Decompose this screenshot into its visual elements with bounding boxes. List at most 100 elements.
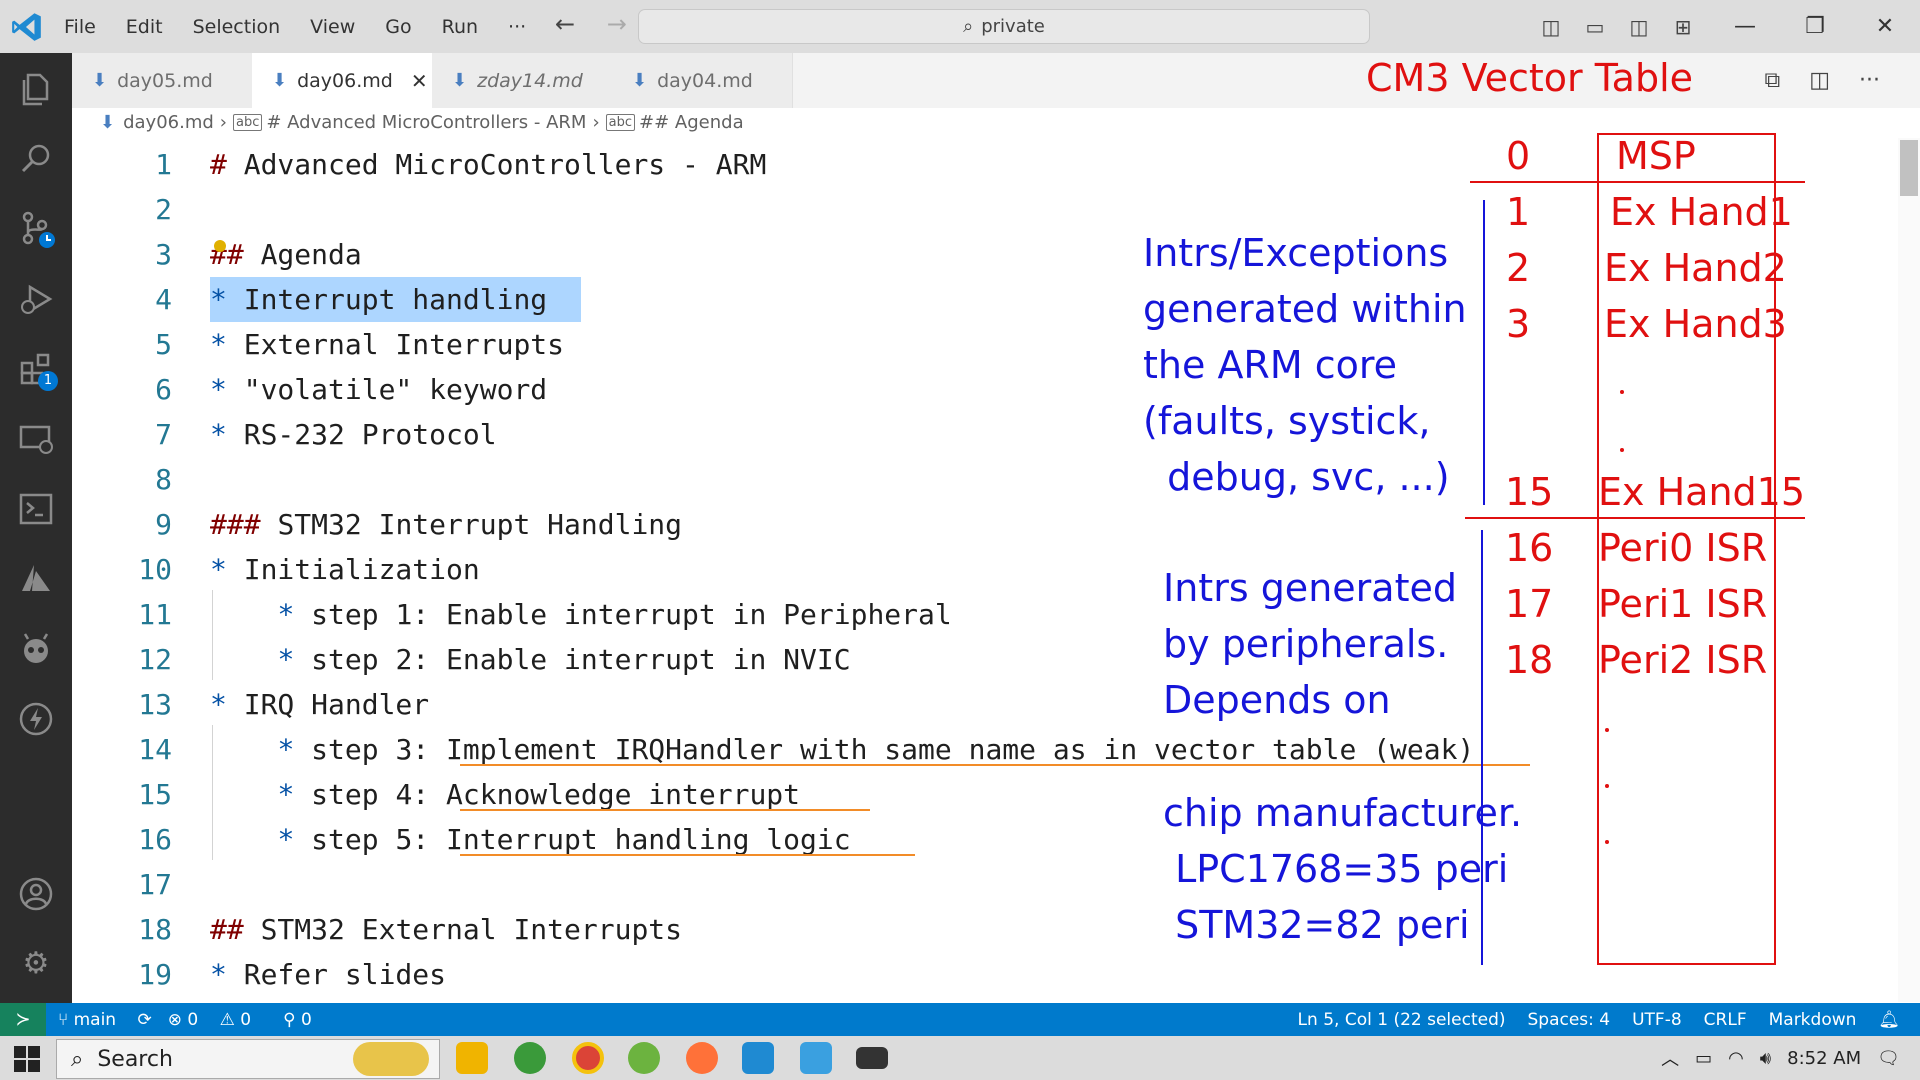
menu-run[interactable]: Run <box>442 16 478 38</box>
menu-more[interactable]: ··· <box>508 16 526 38</box>
source-control-icon[interactable] <box>16 209 56 249</box>
menu-view[interactable]: View <box>310 16 355 38</box>
taskbar-search[interactable]: ⌕ Search <box>56 1039 440 1079</box>
extensions-icon[interactable]: 1 <box>16 349 58 391</box>
clock[interactable]: 8:52 AM <box>1787 1048 1861 1069</box>
toggle-primary-sidebar-icon[interactable]: ◫ <box>1534 15 1568 39</box>
chevron-right-icon: › <box>219 111 227 133</box>
lightning-icon[interactable] <box>16 699 56 739</box>
open-preview-icon[interactable]: ⧉ <box>1765 68 1781 93</box>
ports-indicator[interactable]: ⚲ 0 <box>283 1010 328 1030</box>
spring-tool-app-icon[interactable] <box>514 1042 546 1074</box>
markdown-file-icon: ⬇ <box>632 70 648 91</box>
indentation[interactable]: Spaces: 4 <box>1528 1010 1611 1030</box>
menu-edit[interactable]: Edit <box>126 16 163 38</box>
azure-icon[interactable] <box>16 559 56 599</box>
search-sidebar-icon[interactable] <box>16 139 56 179</box>
editor-scrollbar[interactable] <box>1898 138 1920 1002</box>
editor-actions: ⧉ ◫ ··· <box>1743 68 1881 93</box>
remote-explorer-icon[interactable] <box>16 419 56 459</box>
vector-entry: Peri0 ISR <box>1598 526 1768 570</box>
symbol-string-icon: abc <box>233 113 263 131</box>
vector-index: 16 <box>1505 526 1554 570</box>
tab-label: zday14.md <box>477 69 583 92</box>
spring-app-icon[interactable] <box>628 1042 660 1074</box>
notification-center-icon[interactable]: 🗨︎ <box>1877 1048 1900 1069</box>
language-mode[interactable]: Markdown <box>1769 1010 1857 1030</box>
close-window-icon[interactable]: ✕ <box>1850 14 1920 39</box>
peripheral-interrupts-note: Intrs generated by peripherals. Depends … <box>1163 566 1457 722</box>
toggle-panel-icon[interactable]: ▭ <box>1578 15 1612 39</box>
minimize-icon[interactable]: — <box>1710 14 1780 39</box>
vscode-app-icon[interactable] <box>742 1042 774 1074</box>
encoding[interactable]: UTF-8 <box>1632 1010 1682 1030</box>
close-tab-icon[interactable]: ✕ <box>411 69 428 93</box>
tab-day06[interactable]: ⬇ day06.md ✕ <box>252 53 433 108</box>
search-icon: ⌕ <box>71 1046 84 1072</box>
markdown-file-icon: ⬇ <box>92 70 108 91</box>
underline-annotation <box>460 854 915 856</box>
vector-entry: Ex Hand2 <box>1604 246 1787 290</box>
notifications-bell-icon[interactable]: 🔔︎ <box>1878 1010 1900 1030</box>
breadcrumb-heading-2[interactable]: ## Agenda <box>639 112 744 133</box>
vector-entry: Peri2 ISR <box>1598 638 1768 682</box>
vector-entry: MSP <box>1616 134 1696 178</box>
tray-expand-icon[interactable]: ︿ <box>1661 1045 1679 1071</box>
markdown-file-icon: ⬇ <box>452 70 468 91</box>
run-debug-icon[interactable] <box>16 279 56 319</box>
vscode-logo-icon[interactable] <box>10 10 44 44</box>
wifi-icon[interactable]: ◠ <box>1728 1048 1744 1069</box>
battery-icon[interactable]: ▭ <box>1695 1048 1712 1069</box>
more-actions-icon[interactable]: ··· <box>1859 68 1880 93</box>
line-ending[interactable]: CRLF <box>1704 1010 1747 1030</box>
explorer-icon[interactable] <box>16 69 56 109</box>
search-highlight-icon <box>353 1042 429 1076</box>
platformio-alien-icon[interactable] <box>16 629 56 669</box>
back-arrow-icon[interactable]: ← <box>555 10 575 38</box>
tab-day05[interactable]: ⬇ day05.md <box>72 53 253 108</box>
customize-layout-icon[interactable]: ⊞ <box>1666 15 1700 39</box>
stm32-ide-app-icon[interactable] <box>800 1042 832 1074</box>
command-center[interactable]: ⌕ private <box>638 9 1370 44</box>
vector-entry: Peri1 ISR <box>1598 582 1768 626</box>
vector-entry: Ex Hand3 <box>1604 302 1787 346</box>
windows-taskbar: ⌕ Search ︿ ▭ ◠ 🔊︎ 8:52 AM 🗨︎ <box>0 1036 1920 1080</box>
tab-day04[interactable]: ⬇ day04.md <box>612 53 793 108</box>
markdown-file-icon: ⬇ <box>100 111 116 133</box>
vector-index: 15 <box>1505 470 1554 514</box>
tab-label: day05.md <box>117 69 213 92</box>
window-controls: ◫ ▭ ◫ ⊞ — ❐ ✕ <box>1534 0 1920 53</box>
tab-zday14[interactable]: ⬇ zday14.md <box>432 53 613 108</box>
scroll-thumb[interactable] <box>1900 140 1918 196</box>
terminal-icon[interactable] <box>16 489 56 529</box>
git-branch[interactable]: ⑂ main ⟳ <box>58 1010 152 1030</box>
terminal-app-icon[interactable] <box>856 1047 888 1069</box>
settings-gear-icon[interactable]: ⚙ <box>16 944 56 984</box>
menu-selection[interactable]: Selection <box>193 16 281 38</box>
lightbulb-icon[interactable] <box>214 240 226 252</box>
command-center-label: private <box>981 16 1045 37</box>
problems-indicator[interactable]: ⊗ 0 ⚠ 0 <box>168 1010 267 1030</box>
file-explorer-app-icon[interactable] <box>456 1042 488 1074</box>
tab-label: day04.md <box>657 69 753 92</box>
firefox-app-icon[interactable] <box>686 1042 718 1074</box>
activity-bar: 1 ⚙ <box>0 53 72 1003</box>
breadcrumb-file[interactable]: day06.md <box>123 112 214 133</box>
volume-icon[interactable]: 🔊︎ <box>1760 1048 1771 1069</box>
menu-file[interactable]: File <box>64 16 96 38</box>
chrome-app-icon[interactable] <box>572 1042 604 1074</box>
forward-arrow-icon[interactable]: → <box>607 10 627 38</box>
split-editor-icon[interactable]: ◫ <box>1809 68 1830 93</box>
accounts-icon[interactable] <box>16 874 56 914</box>
status-bar: ≻ ⑂ main ⟳ ⊗ 0 ⚠ 0 ⚲ 0 Ln 5, Col 1 (22 s… <box>0 1003 1920 1036</box>
breadcrumb-heading-1[interactable]: # Advanced MicroControllers - ARM <box>266 112 586 133</box>
remote-indicator-icon[interactable]: ≻ <box>0 1003 46 1036</box>
toggle-secondary-sidebar-icon[interactable]: ◫ <box>1622 15 1656 39</box>
underline-annotation <box>460 809 870 811</box>
cursor-position[interactable]: Ln 5, Col 1 (22 selected) <box>1298 1010 1506 1030</box>
vector-entry: Ex Hand1 <box>1610 190 1793 234</box>
vector-entry: Ex Hand15 <box>1598 470 1805 514</box>
windows-start-icon[interactable] <box>14 1046 40 1072</box>
restore-icon[interactable]: ❐ <box>1780 14 1850 39</box>
menu-go[interactable]: Go <box>385 16 411 38</box>
